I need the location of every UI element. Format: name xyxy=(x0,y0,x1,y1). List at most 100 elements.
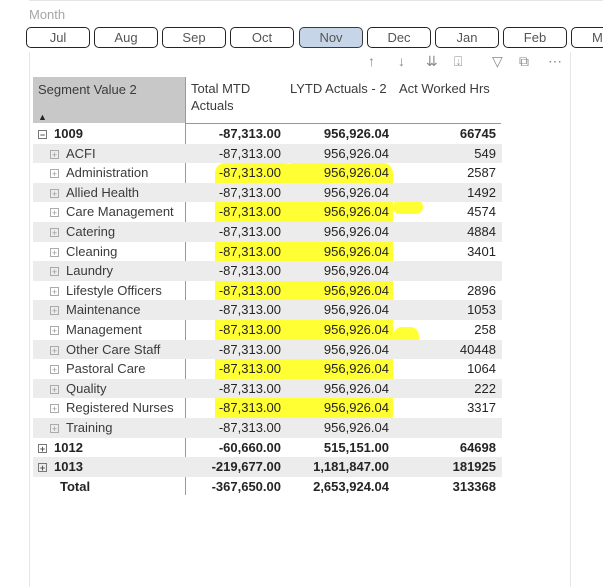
total-mtd-cell: -87,313.00 xyxy=(218,165,281,181)
expand-icon[interactable]: + xyxy=(50,404,59,414)
row-label-text: 1013 xyxy=(54,459,83,475)
month-button-oct[interactable]: Oct xyxy=(230,27,294,48)
total-row[interactable]: Total -367,650.00 2,653,924.04 313368 xyxy=(33,477,502,497)
expand-icon[interactable]: + xyxy=(50,188,59,198)
lytd-cell: 515,151.00 xyxy=(323,439,389,455)
row-label-text: Administration xyxy=(66,165,149,181)
column-header-segment[interactable]: Segment Value 2 ▲ xyxy=(33,77,185,123)
hours-cell: 1492 xyxy=(467,184,496,200)
row-label: +1013 xyxy=(38,457,83,477)
expand-icon[interactable]: + xyxy=(50,208,59,218)
table-row[interactable]: +1012 -60,660.00 515,151.00 64698 xyxy=(33,438,502,458)
row-label: + Cleaning xyxy=(50,242,117,262)
total-mtd-cell: -87,313.00 xyxy=(218,361,281,377)
arrow-down-icon[interactable]: ↓ xyxy=(398,52,405,70)
total-mtd-cell: -87,313.00 xyxy=(218,419,281,435)
month-slicer: Jul Aug Sep Oct Nov Dec Jan Feb M xyxy=(26,27,603,48)
arrow-up-icon[interactable]: ↑ xyxy=(368,52,375,70)
lytd-cell: 956,926.04 xyxy=(323,282,389,298)
total-mtd-cell: -60,660.00 xyxy=(218,439,281,455)
table-row[interactable]: −1009 -87,313.00 956,926.04 66745 xyxy=(33,124,502,144)
column-header-total-mtd[interactable]: Total MTD Actuals xyxy=(191,80,287,126)
hours-cell: 4884 xyxy=(467,223,496,239)
slicer-title: Month xyxy=(29,7,66,22)
hours-cell: 258 xyxy=(474,321,496,337)
table-row[interactable]: + Training -87,313.00 956,926.04 xyxy=(33,417,502,438)
expand-icon[interactable]: + xyxy=(50,306,59,316)
more-options-icon[interactable]: ⋯ xyxy=(548,52,562,70)
month-button-aug[interactable]: Aug xyxy=(94,27,158,48)
column-header-hours[interactable]: Act Worked Hrs xyxy=(399,80,503,126)
expand-hierarchy-icon[interactable]: ⍗ xyxy=(454,52,462,70)
table-row[interactable]: + Allied Health -87,313.00 956,926.04 1492 xyxy=(33,182,502,203)
column-header-segment-label: Segment Value 2 xyxy=(38,82,137,97)
row-label-text: Training xyxy=(66,419,113,435)
expand-icon[interactable]: + xyxy=(50,169,59,179)
filter-icon[interactable]: ▽ xyxy=(492,52,503,70)
hours-cell: 313368 xyxy=(452,478,496,494)
row-label: + Pastoral Care xyxy=(50,359,145,379)
table-row[interactable]: + Pastoral Care -87,313.00 956,926.04 1064 xyxy=(33,359,502,379)
month-button-dec[interactable]: Dec xyxy=(367,27,431,48)
month-button-mar[interactable]: M xyxy=(571,27,603,48)
expand-icon[interactable]: + xyxy=(50,286,59,296)
table-row[interactable]: + ACFI -87,313.00 956,926.04 549 xyxy=(33,143,502,164)
hours-cell: 181925 xyxy=(452,459,496,475)
row-label-text: Management xyxy=(66,321,142,337)
matrix-rows: −1009 -87,313.00 956,926.04 66745 + ACFI -87,3… xyxy=(33,124,502,496)
expand-icon[interactable]: + xyxy=(50,267,59,277)
expand-icon[interactable]: + xyxy=(50,228,59,238)
table-row[interactable]: + Quality -87,313.00 956,926.04 222 xyxy=(33,378,502,399)
expand-icon[interactable]: + xyxy=(50,423,59,433)
row-label: + Management xyxy=(50,320,142,340)
month-button-nov[interactable]: Nov xyxy=(299,27,363,48)
row-label-text: 1012 xyxy=(54,439,83,455)
table-row[interactable]: + Management -87,313.00 956,926.04 258 xyxy=(33,320,502,340)
table-row[interactable]: + Catering -87,313.00 956,926.04 4884 xyxy=(33,221,502,242)
table-row[interactable]: + Care Management -87,313.00 956,926.04 4574 xyxy=(33,202,502,222)
table-row[interactable]: + Maintenance -87,313.00 956,926.04 1053 xyxy=(33,300,502,320)
hours-cell: 2896 xyxy=(467,282,496,298)
expand-icon[interactable]: + xyxy=(50,345,59,355)
hours-cell: 1053 xyxy=(467,302,496,318)
table-row[interactable]: + Registered Nurses -87,313.00 956,926.04 33… xyxy=(33,398,502,418)
table-row[interactable]: +1013 -219,677.00 1,181,847.00 181925 xyxy=(33,457,502,477)
total-mtd-cell: -87,313.00 xyxy=(218,223,281,239)
focus-mode-icon[interactable]: ⧉ xyxy=(519,52,529,70)
expand-icon[interactable]: + xyxy=(50,149,59,159)
row-label: + Maintenance xyxy=(50,300,140,320)
month-button-jan[interactable]: Jan xyxy=(435,27,499,48)
table-row[interactable]: + Cleaning -87,313.00 956,926.04 3401 xyxy=(33,242,502,262)
hours-cell: 4574 xyxy=(467,204,496,220)
table-row[interactable]: + Lifestyle Officers -87,313.00 956,926.04 2… xyxy=(33,281,502,301)
expand-icon[interactable]: + xyxy=(50,247,59,257)
row-label: + Other Care Staff xyxy=(50,340,160,360)
lytd-cell: 956,926.04 xyxy=(323,184,389,200)
table-row[interactable]: + Other Care Staff -87,313.00 956,926.04 404… xyxy=(33,339,502,360)
row-label-text: Registered Nurses xyxy=(66,400,174,416)
expand-icon[interactable]: + xyxy=(50,384,59,394)
total-mtd-cell: -87,313.00 xyxy=(218,321,281,337)
slicer-top-border xyxy=(29,0,603,1)
lytd-cell: 956,926.04 xyxy=(323,204,389,220)
lytd-cell: 956,926.04 xyxy=(323,380,389,396)
expand-icon[interactable]: + xyxy=(50,326,59,336)
row-label: Total xyxy=(60,477,90,497)
collapse-icon[interactable]: − xyxy=(38,130,47,140)
row-label-text: Quality xyxy=(66,380,107,396)
expand-icon[interactable]: + xyxy=(50,365,59,375)
row-label: + Laundry xyxy=(50,261,113,281)
month-button-feb[interactable]: Feb xyxy=(503,27,567,48)
total-mtd-cell: -87,313.00 xyxy=(218,126,281,141)
table-row[interactable]: + Laundry -87,313.00 956,926.04 xyxy=(33,261,502,281)
month-button-sep[interactable]: Sep xyxy=(162,27,226,48)
expand-icon[interactable]: + xyxy=(38,443,47,453)
hours-cell: 3317 xyxy=(467,400,496,416)
hours-cell: 2587 xyxy=(467,165,496,181)
table-row[interactable]: + Administration -87,313.00 956,926.04 2587 xyxy=(33,163,502,183)
double-arrow-down-icon[interactable]: ⇊ xyxy=(426,52,438,70)
column-header-lytd[interactable]: LYTD Actuals - 2 xyxy=(290,80,395,126)
month-button-jul[interactable]: Jul xyxy=(26,27,90,48)
expand-icon[interactable]: + xyxy=(38,463,47,473)
hours-cell: 66745 xyxy=(459,126,496,141)
